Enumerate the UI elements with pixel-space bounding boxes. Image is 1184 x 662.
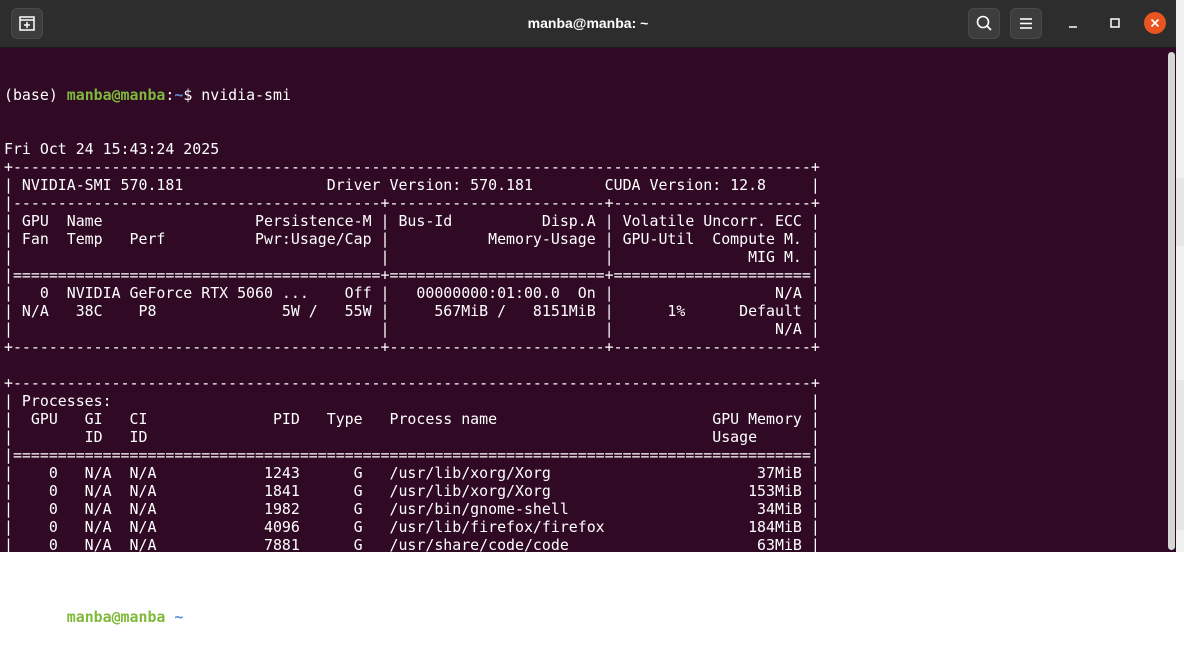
command-text: nvidia-smi [201,86,291,104]
output-line: | 0 N/A N/A 7881 G /usr/share/code/code … [4,536,820,554]
text-cursor [201,608,211,625]
output-line: | GPU Name Persistence-M | Bus-Id Disp.A… [4,212,820,230]
minimize-icon [1069,26,1077,28]
output-line: | 0 N/A N/A 4096 G /usr/lib/firefox/fire… [4,518,820,536]
output-line: |---------------------------------------… [4,194,820,212]
prompt-line: (base) manba@manba:~$ nvidia-smi [4,86,820,104]
prompt-symbol: $ [183,608,202,626]
output-line: +---------------------------------------… [4,338,820,356]
output-line: | GPU GI CI PID Type Process name GPU Me… [4,410,820,428]
output-line: | 0 N/A N/A 1982 G /usr/bin/gnome-shell … [4,500,820,518]
search-icon [976,15,992,31]
search-button[interactable] [968,8,1000,39]
prompt-separator: : [165,608,175,626]
output-line: +---------------------------------------… [4,374,820,392]
prompt-user: manba@manba [66,86,166,104]
background-window-edge [1176,0,1184,552]
close-icon [1150,18,1160,28]
prompt-user: manba@manba [66,608,166,626]
output-line: +---------------------------------------… [4,158,820,176]
prompt-path: ~ [174,608,184,626]
conda-env: (base) [4,608,67,626]
close-button[interactable] [1144,12,1166,34]
output-line: | Processes: | [4,392,820,410]
scrollbar[interactable] [1168,52,1175,550]
hamburger-menu-icon [1020,18,1032,29]
output-line: | 0 N/A N/A 1243 G /usr/lib/xorg/Xorg 37… [4,464,820,482]
conda-env: (base) [4,86,67,104]
output-line: | 0 N/A N/A 1841 G /usr/lib/xorg/Xorg 15… [4,482,820,500]
output-line: | N/A 38C P8 5W / 55W | 567MiB / 8151MiB… [4,302,820,320]
output-line: +---------------------------------------… [4,554,820,572]
prompt-path: ~ [174,86,184,104]
prompt-symbol: $ [183,86,202,104]
output-line: Fri Oct 24 15:43:24 2025 [4,140,220,158]
prompt-separator: : [165,86,175,104]
output-line: | ID ID Usage | [4,428,820,446]
output-line: | Fan Temp Perf Pwr:Usage/Cap | Memory-U… [4,230,820,248]
terminal-output[interactable]: (base) manba@manba:~$ nvidia-smi Fri Oct… [4,50,820,662]
maximize-button[interactable] [1104,12,1126,34]
maximize-icon [1110,18,1120,28]
output-line: |=======================================… [4,266,820,284]
command-output: Fri Oct 24 15:43:24 2025 +---------------… [4,140,820,572]
output-line: |=======================================… [4,446,820,464]
menu-button[interactable] [1010,8,1042,39]
minimize-button[interactable] [1062,12,1084,34]
terminal-window: manba@manba: ~ (base) manba@manba:~$ nvi… [0,0,1176,626]
output-line: | NVIDIA-SMI 570.181 Driver Version: 570… [4,176,820,194]
output-line: | | | N/A | [4,320,820,338]
title-bar: manba@manba: ~ [0,0,1176,48]
active-prompt-line: (base) manba@manba:~$ [4,608,820,626]
output-line: | 0 NVIDIA GeForce RTX 5060 ... Off | 00… [4,284,820,302]
output-line: | | | MIG M. | [4,248,820,266]
